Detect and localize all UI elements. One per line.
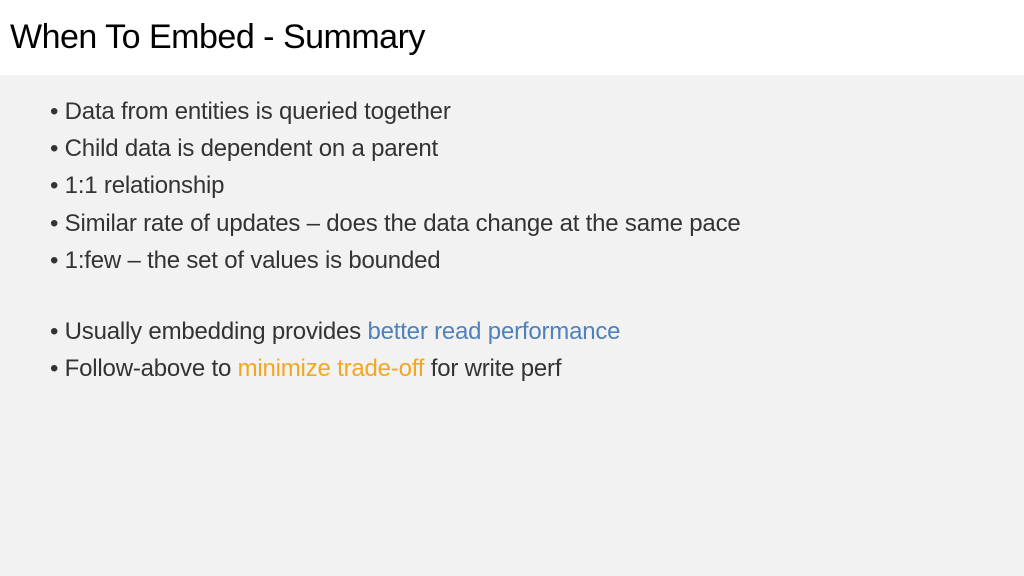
title-bar: When To Embed - Summary <box>0 0 1024 75</box>
bullet-text: Follow-above to <box>65 355 238 382</box>
bullet-text: for write perf <box>424 355 561 382</box>
slide: When To Embed - Summary Data from entiti… <box>0 0 1024 576</box>
bullet-item: 1:1 relationship <box>50 167 974 204</box>
bullet-item: 1:few – the set of values is bounded <box>50 242 974 279</box>
highlight-orange: minimize trade-off <box>238 355 425 382</box>
slide-body: Data from entities is queried together C… <box>0 75 1024 576</box>
bullet-item: Similar rate of updates – does the data … <box>50 205 974 242</box>
highlight-blue: better read performance <box>367 318 620 345</box>
slide-title: When To Embed - Summary <box>10 18 1014 57</box>
spacer <box>50 279 974 313</box>
bullet-item: Usually embedding provides better read p… <box>50 313 974 350</box>
bullet-item: Data from entities is queried together <box>50 93 974 130</box>
bullet-text: Usually embedding provides <box>65 318 368 345</box>
bullet-item: Follow-above to minimize trade-off for w… <box>50 350 974 387</box>
bullet-item: Child data is dependent on a parent <box>50 130 974 167</box>
